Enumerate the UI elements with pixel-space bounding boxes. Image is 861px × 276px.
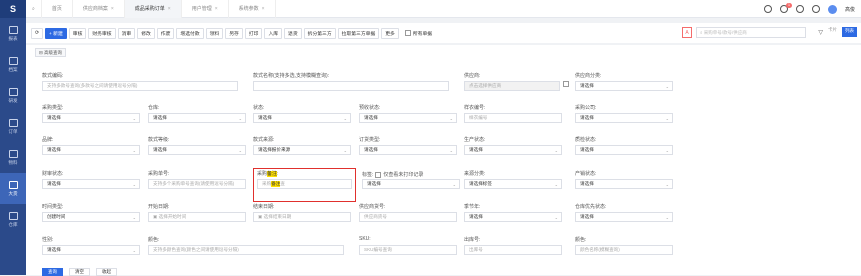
all-orders-checkbox[interactable]: 所有单据	[404, 30, 432, 37]
sidebar-item-bulk[interactable]: 大货	[0, 173, 26, 204]
tab-supplier[interactable]: 供应商档案 ×	[73, 0, 125, 18]
warehouse-icon	[8, 211, 18, 220]
chevron-down-icon: ⌄	[665, 214, 669, 220]
sidebar-item-material[interactable]: 物料	[0, 142, 26, 173]
bulk-icon	[8, 180, 18, 189]
sales-status-field: 产销状态: 请选择 ⌄	[575, 170, 771, 189]
purchase-company-field: 采购公司: 请选择 ⌄	[575, 104, 771, 123]
shirt-icon	[8, 87, 18, 96]
sidebar-item-rd[interactable]: 研发	[0, 80, 26, 111]
search-input[interactable]: ⌕ 采购单号/款号/供应商	[696, 27, 806, 38]
chevron-down-icon: ⌄	[449, 147, 453, 153]
more-button[interactable]: 更多	[381, 27, 399, 39]
close-icon[interactable]: ×	[111, 6, 114, 12]
print-button[interactable]: 打印	[244, 27, 263, 39]
chevron-down-icon: ⌄	[238, 147, 242, 153]
close-icon[interactable]: ×	[262, 6, 265, 12]
supplier-checkbox[interactable]	[563, 81, 569, 87]
chevron-down-icon: ⌄	[343, 115, 347, 121]
new-button[interactable]: + 新建	[45, 27, 67, 39]
tab-user-manage[interactable]: 用户管理 ×	[182, 0, 229, 18]
chevron-down-icon: ⌄	[554, 181, 558, 187]
return-button[interactable]: 退货	[284, 27, 302, 39]
avatar[interactable]	[827, 4, 837, 14]
edit-button[interactable]: 修改	[137, 27, 155, 39]
advanced-search-toggle[interactable]: ⊟ 高级查询	[35, 48, 67, 57]
settings-icon[interactable]	[795, 5, 804, 13]
bell-icon[interactable]: 1	[779, 3, 792, 13]
material-icon	[8, 149, 18, 158]
order-icon	[8, 118, 18, 127]
chevron-down-icon: ⌄	[132, 147, 136, 153]
filter-icon[interactable]: ▽	[818, 29, 823, 36]
audit-button[interactable]: 审核	[68, 27, 87, 39]
chevron-down-icon: ⌄	[132, 247, 136, 253]
material-button[interactable]: 领料	[205, 27, 224, 39]
top-tab-bar: ⌕ 首页 供应商档案 × 成品采购订单 × 用户管理 × 系统参数 × 1 高俊	[26, 0, 861, 18]
warehouse-priority-field: 仓库优先状态: 请选择 ⌄	[575, 203, 771, 222]
split-third-party-button[interactable]: 拆分第三方	[303, 27, 336, 39]
chevron-down-icon: ⌄	[132, 214, 136, 220]
theme-icon[interactable]	[811, 5, 820, 13]
chevron-down-icon: ⌄	[665, 181, 669, 187]
chevron-down-icon: ⌄	[452, 181, 456, 187]
user-name[interactable]: 高俊	[845, 6, 855, 13]
sidebar: S 报表 档案 研发 订单 物料 大货 仓库	[0, 0, 26, 275]
highlight-box	[253, 168, 356, 202]
pull-third-party-button[interactable]: 拉取第三方单据	[337, 27, 380, 39]
close-icon[interactable]: ×	[215, 6, 218, 12]
help-icon[interactable]	[763, 5, 772, 13]
sidebar-item-archive[interactable]: 档案	[0, 49, 26, 80]
chevron-down-icon: ⌄	[132, 115, 136, 121]
chevron-down-icon: ⌄	[343, 147, 347, 153]
style-code-field: 款式编码: 支持多款号查询(多款号之间请使用逗号分隔)	[42, 72, 238, 91]
finance-audit-button[interactable]: 财务审核	[88, 27, 116, 39]
style-name-field: 款式名称(支持多选,支持模糊查询):	[253, 72, 449, 91]
tab-system-params[interactable]: 系统参数 ×	[229, 0, 276, 18]
notification-badge: 1	[786, 3, 792, 8]
save-as-button[interactable]: 另存	[225, 27, 243, 39]
tab-purchase-order[interactable]: 成品采购订单 ×	[124, 0, 182, 18]
chevron-down-icon: ⌄	[132, 181, 136, 187]
chart-icon	[8, 25, 18, 34]
unprinted-checkbox[interactable]	[375, 171, 382, 178]
toolbar: ⟳ + 新建 审核 财务审核 消审 修改 作废 增选付款 领料 另存 打印 入库…	[26, 23, 861, 43]
chevron-down-icon: ⌄	[665, 147, 669, 153]
chevron-down-icon: ⌄	[238, 115, 242, 121]
refresh-button[interactable]: ⟳	[31, 27, 44, 39]
chevron-down-icon: ⌄	[449, 115, 453, 121]
qc-status-field: 质检状态: 请选择 ⌄	[575, 136, 771, 155]
tab-home[interactable]: 首页	[42, 0, 73, 18]
list-view-button[interactable]: 列表	[842, 27, 857, 37]
chevron-down-icon: ⌄	[665, 83, 669, 89]
stock-in-button[interactable]: 入库	[264, 27, 283, 39]
view-tools: ▽ 卡片 列表	[818, 27, 857, 37]
search-icon[interactable]: ⌕	[26, 0, 42, 18]
archive-icon	[8, 56, 18, 65]
app-logo: S	[0, 0, 26, 18]
chevron-down-icon: ⌄	[554, 147, 558, 153]
top-right-tools: 1 高俊	[763, 0, 855, 18]
color-multi-field: 颜色: 支持多颜色查询(颜色之间请使用逗号分隔)	[148, 236, 344, 255]
card-view-button[interactable]: 卡片	[826, 27, 839, 37]
close-icon[interactable]: ×	[168, 6, 171, 12]
void-button[interactable]: 作废	[156, 27, 175, 39]
chevron-down-icon: ⌄	[665, 115, 669, 121]
sidebar-item-order[interactable]: 订单	[0, 111, 26, 142]
sidebar-item-warehouse[interactable]: 仓库	[0, 204, 26, 235]
unaudit-button[interactable]: 消审	[117, 27, 136, 39]
advanced-search-panel: ⊟ 高级查询 款式编码: 支持多款号查询(多款号之间请使用逗号分隔) 款式名称(支…	[26, 45, 861, 276]
supplier-category-field: 供应商分类: 请选择 ⌄	[575, 72, 771, 91]
filter-tag[interactable]: A	[682, 27, 692, 38]
sidebar-item-report[interactable]: 报表	[0, 18, 26, 49]
payment-button[interactable]: 增选付款	[176, 27, 204, 39]
color-name-field: 颜色: 颜色名称(模糊查询)	[575, 236, 771, 255]
chevron-down-icon: ⌄	[554, 214, 558, 220]
